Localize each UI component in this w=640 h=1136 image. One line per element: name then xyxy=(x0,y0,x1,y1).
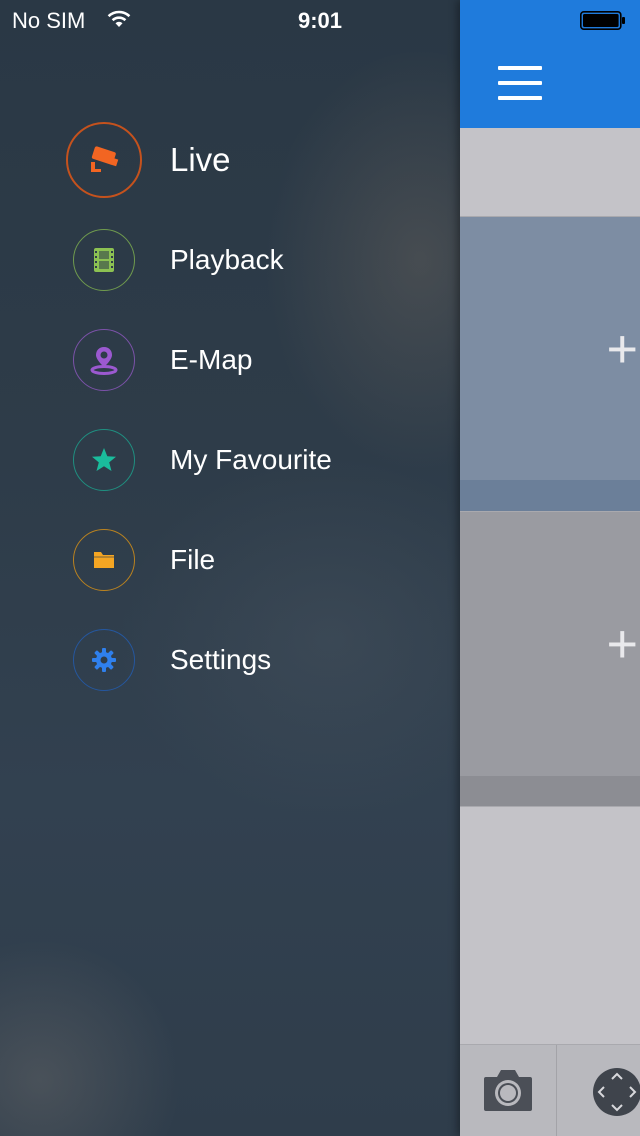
side-menu: Live Playback E-Map My Favourite File Se… xyxy=(0,0,460,1136)
hamburger-line xyxy=(498,66,542,70)
menu-label-live: Live xyxy=(170,141,231,178)
gear-icon xyxy=(92,648,116,672)
menu-icon-circle xyxy=(73,529,135,591)
menu-item-my-favourite[interactable]: My Favourite xyxy=(66,420,446,500)
menu-item-emap[interactable]: E-Map xyxy=(66,320,446,400)
menu-icon-circle xyxy=(73,629,135,691)
menu-label-emap: E-Map xyxy=(170,344,253,375)
ptz-control-icon[interactable] xyxy=(592,1067,640,1117)
app-screen: No SIM 9:01 Live Playback E-Map My Favou… xyxy=(0,0,640,1136)
status-bar: No SIM 9:01 xyxy=(0,0,640,40)
menu-toggle-button[interactable] xyxy=(498,66,542,102)
cctv-camera-icon xyxy=(91,146,119,172)
hamburger-line xyxy=(498,81,542,85)
menu-label-file: File xyxy=(170,544,216,575)
menu-item-settings[interactable]: Settings xyxy=(66,620,446,700)
slot-divider xyxy=(460,480,640,512)
battery-icon xyxy=(580,11,625,30)
slot-divider xyxy=(460,776,640,807)
status-time: 9:01 xyxy=(297,8,343,33)
menu-label-playback: Playback xyxy=(170,244,284,275)
bottom-toolbar xyxy=(460,1044,640,1136)
header-strip xyxy=(460,128,640,217)
add-camera-icon: + xyxy=(606,318,638,379)
main-panel: + + xyxy=(460,0,640,1136)
camera-slot-2[interactable]: + xyxy=(460,512,640,776)
menu-icon-circle xyxy=(66,122,142,198)
menu-label-my-favourite: My Favourite xyxy=(170,444,332,475)
map-pin-icon xyxy=(90,347,118,375)
camera-icon[interactable] xyxy=(482,1067,534,1113)
menu-icon-circle xyxy=(73,229,135,291)
menu-item-live[interactable]: Live xyxy=(66,120,446,200)
menu-label-settings: Settings xyxy=(170,644,272,675)
folder-icon xyxy=(94,552,114,568)
menu-icon-circle xyxy=(73,429,135,491)
film-strip-icon xyxy=(94,248,114,272)
camera-slot-1[interactable]: + xyxy=(460,217,640,480)
star-icon xyxy=(92,448,116,471)
add-camera-icon: + xyxy=(606,614,638,674)
menu-icon-circle xyxy=(73,329,135,391)
menu-item-playback[interactable]: Playback xyxy=(66,220,446,300)
toolbar-divider xyxy=(556,1045,557,1136)
menu-item-file[interactable]: File xyxy=(66,520,446,600)
hamburger-line xyxy=(498,96,542,100)
